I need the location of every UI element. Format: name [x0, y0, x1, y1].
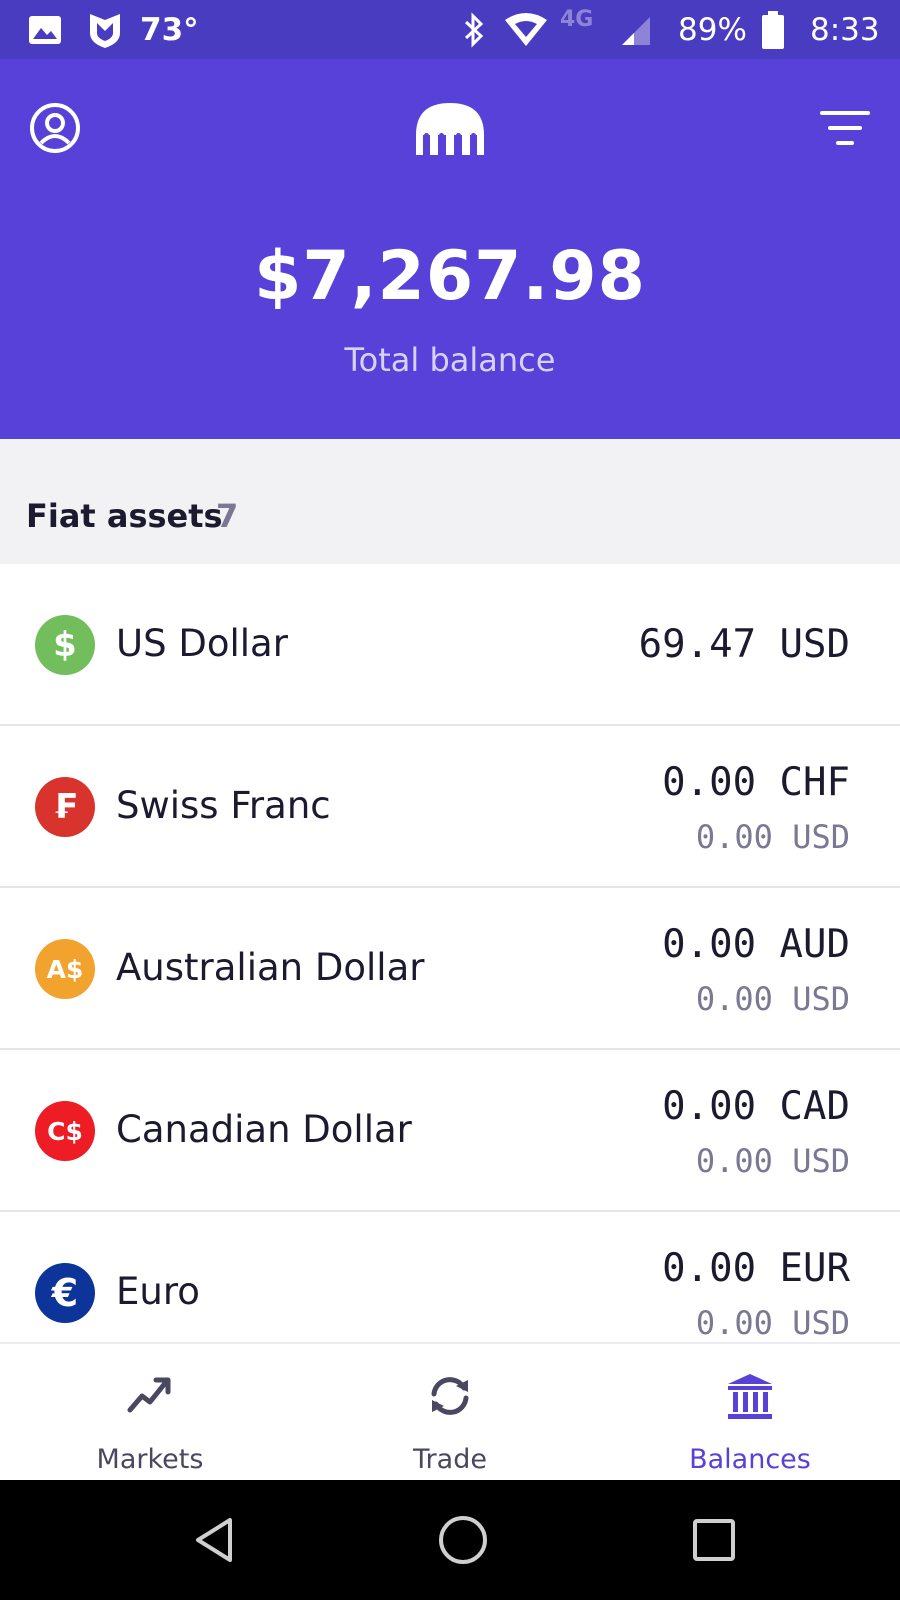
trending-up-icon [0, 1372, 300, 1416]
asset-amount: 0.00 CHF [662, 760, 850, 805]
battery-percent: 89% [678, 11, 747, 48]
balance-header: $7,267.98 Total balance [0, 59, 900, 439]
asset-list[interactable]: $ US Dollar 69.47 USD ₣ Swiss Franc 0.00… [0, 564, 900, 1342]
fiat-assets-header: Fiat assets 7 [0, 439, 900, 564]
asset-usd-value: 0.00 USD [695, 818, 850, 856]
asset-name: Canadian Dollar [116, 1108, 412, 1151]
battery-icon [760, 0, 786, 59]
status-bar: 73° 4G 89% 8:33 [0, 0, 900, 59]
account-icon[interactable] [28, 101, 82, 155]
tab-label: Trade [413, 1444, 487, 1475]
tab-label: Balances [689, 1444, 811, 1475]
signal-icon [620, 0, 652, 59]
bluetooth-icon [462, 0, 486, 59]
total-balance-amount: $7,267.98 [254, 237, 646, 316]
bank-icon [600, 1372, 900, 1422]
asset-usd-value: 0.00 USD [695, 1304, 850, 1342]
tab-label: Markets [96, 1444, 204, 1475]
shield-app-icon [86, 0, 124, 59]
network-type: 4G [560, 6, 594, 32]
asset-amount: 0.00 CAD [662, 1084, 850, 1129]
cad-coin-icon: C$ [35, 1101, 95, 1161]
eur-coin-icon: € [35, 1263, 95, 1323]
swap-refresh-icon [300, 1372, 600, 1420]
asset-usd-value: 0.00 USD [695, 1142, 850, 1180]
back-icon[interactable] [185, 1510, 245, 1570]
section-title: Fiat assets [26, 497, 223, 535]
asset-row-cad[interactable]: C$ Canadian Dollar 0.00 CAD 0.00 USD [0, 1050, 900, 1212]
asset-name: Euro [116, 1270, 200, 1313]
aud-coin-icon: A$ [35, 939, 95, 999]
tab-markets[interactable]: Markets [0, 1344, 300, 1482]
usd-coin-icon: $ [35, 615, 95, 675]
tab-trade[interactable]: Trade [300, 1344, 600, 1482]
clock: 8:33 [810, 11, 880, 48]
asset-name: US Dollar [116, 622, 288, 665]
wifi-icon [503, 0, 549, 59]
total-balance-label: Total balance [344, 341, 556, 379]
asset-amount: 0.00 EUR [662, 1246, 850, 1291]
bottom-tab-bar: Markets Trade Balances [0, 1342, 900, 1482]
asset-row-chf[interactable]: ₣ Swiss Franc 0.00 CHF 0.00 USD [0, 726, 900, 888]
section-count: 7 [216, 497, 239, 535]
chf-coin-icon: ₣ [35, 777, 95, 837]
tab-balances[interactable]: Balances [600, 1344, 900, 1482]
home-icon[interactable] [433, 1510, 493, 1570]
asset-row-eur[interactable]: € Euro 0.00 EUR 0.00 USD [0, 1212, 900, 1342]
asset-amount: 0.00 AUD [662, 922, 850, 967]
asset-name: Australian Dollar [116, 946, 425, 989]
filter-icon[interactable] [818, 109, 872, 149]
asset-name: Swiss Franc [116, 784, 331, 827]
asset-row-aud[interactable]: A$ Australian Dollar 0.00 AUD 0.00 USD [0, 888, 900, 1050]
gallery-icon [28, 0, 62, 59]
asset-row-usd[interactable]: $ US Dollar 69.47 USD [0, 564, 900, 726]
temperature-text: 73° [140, 11, 199, 48]
asset-amount: 69.47 USD [638, 622, 850, 667]
asset-usd-value: 0.00 USD [695, 980, 850, 1018]
kraken-logo-icon [412, 99, 488, 159]
system-nav-bar [0, 1480, 900, 1600]
recents-icon[interactable] [684, 1510, 744, 1570]
